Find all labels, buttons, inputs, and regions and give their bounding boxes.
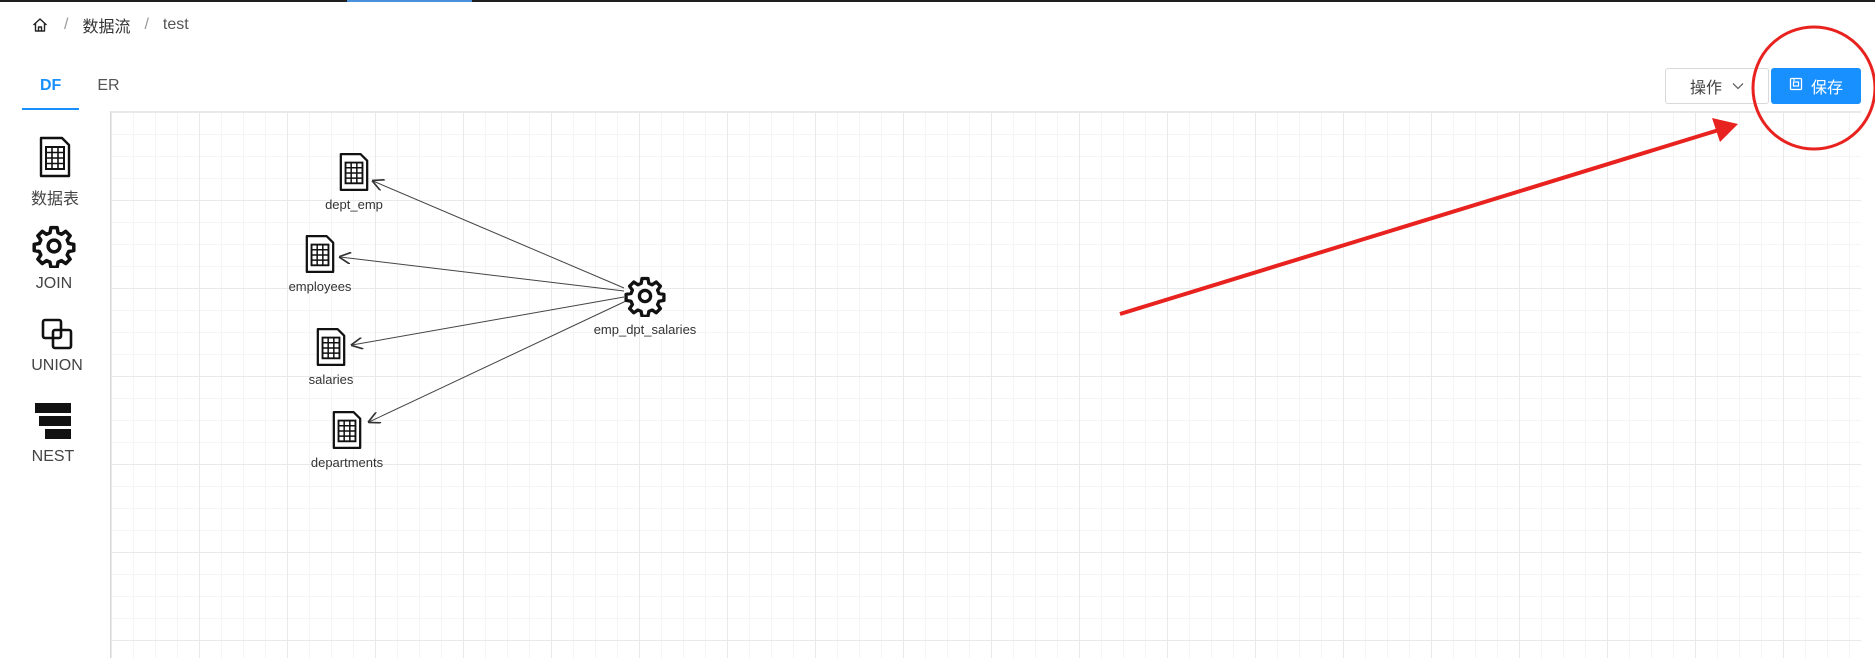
tab-bar: DF ER (22, 70, 138, 110)
chevron-down-icon (1732, 77, 1744, 95)
tab-er[interactable]: ER (79, 70, 137, 110)
palette-label-union: UNION (31, 357, 83, 374)
table-file-icon (315, 327, 347, 371)
top-strip-accent (347, 0, 472, 2)
operations-label: 操作 (1689, 80, 1722, 97)
node-label: dept_emp (325, 197, 383, 212)
save-icon (1789, 77, 1803, 96)
tab-df[interactable]: DF (22, 70, 80, 110)
node-table-departments[interactable]: departments (295, 410, 399, 470)
breadcrumb-item-dataflow[interactable]: 数据流 (82, 13, 130, 37)
breadcrumb: / 数据流 / test (32, 12, 189, 38)
save-label: 保存 (1810, 80, 1843, 97)
node-label: emp_dpt_salaries (593, 322, 697, 337)
palette-item-table[interactable]: 数据表 (10, 136, 100, 209)
palette-label-join: JOIN (35, 275, 73, 292)
union-squares-icon (41, 318, 73, 354)
palette-item-join[interactable]: JOIN (9, 224, 99, 293)
gear-icon (624, 276, 666, 321)
node-label: departments (310, 455, 384, 470)
top-strip (0, 0, 1875, 2)
breadcrumb-separator: / (64, 16, 69, 33)
palette-label-table: 数据表 (30, 191, 79, 208)
table-file-icon (338, 152, 370, 196)
palette-label-nest: NEST (31, 448, 75, 465)
breadcrumb-item-current: test (162, 16, 189, 33)
breadcrumb-separator: / (144, 16, 149, 33)
palette-item-nest[interactable]: NEST (8, 401, 98, 466)
node-table-dept-emp[interactable]: dept_emp (302, 152, 406, 212)
operations-dropdown-button[interactable]: 操作 (1665, 68, 1769, 104)
save-button[interactable]: 保存 (1771, 68, 1861, 104)
nest-bars-icon (33, 403, 73, 445)
palette-item-union[interactable]: UNION (12, 318, 102, 375)
node-table-salaries[interactable]: salaries (279, 327, 383, 387)
table-file-icon (331, 410, 363, 454)
table-file-icon (304, 234, 336, 278)
node-table-employees[interactable]: employees (268, 234, 372, 294)
table-file-icon (38, 136, 72, 182)
node-label: employees (288, 279, 352, 294)
node-label: salaries (308, 372, 354, 387)
node-join-emp-dpt-salaries[interactable]: emp_dpt_salaries (580, 275, 710, 337)
gear-icon (32, 225, 76, 272)
home-icon[interactable] (32, 16, 50, 34)
